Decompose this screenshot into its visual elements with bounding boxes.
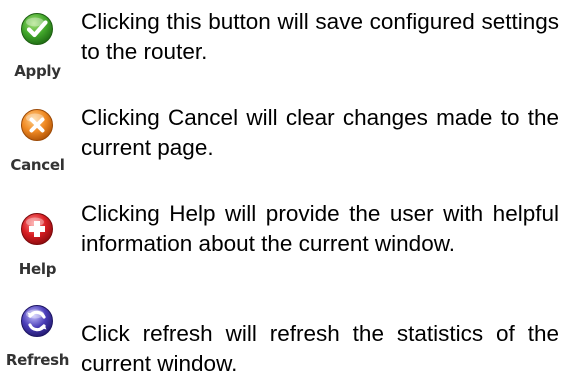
help-item: Help Clicking Help will provide the user… bbox=[0, 192, 563, 292]
refresh-description: Click refresh will refresh the statistic… bbox=[81, 321, 559, 376]
apply-label: Apply bbox=[14, 62, 61, 80]
cancel-item: Cancel Clicking Cancel will clear change… bbox=[0, 98, 563, 184]
apply-button[interactable]: Apply bbox=[0, 0, 82, 92]
help-button[interactable]: Help bbox=[0, 192, 82, 292]
x-icon bbox=[20, 108, 54, 142]
checkmark-icon bbox=[20, 12, 54, 46]
cancel-button[interactable]: Cancel bbox=[0, 98, 82, 184]
help-description: Clicking Help will provide the user with… bbox=[81, 201, 559, 256]
apply-description: Clicking this button will save configure… bbox=[81, 9, 559, 64]
help-label: Help bbox=[18, 260, 57, 278]
refresh-item: Refresh Click refresh will refresh the s… bbox=[0, 300, 563, 376]
plus-icon bbox=[20, 212, 54, 246]
refresh-arrows-icon bbox=[20, 304, 54, 338]
apply-item: Apply Clicking this button will save con… bbox=[0, 0, 563, 92]
refresh-label: Refresh bbox=[5, 351, 70, 369]
refresh-button[interactable]: Refresh bbox=[0, 300, 82, 376]
cancel-description: Clicking Cancel will clear changes made … bbox=[81, 105, 559, 160]
cancel-label: Cancel bbox=[10, 156, 65, 174]
